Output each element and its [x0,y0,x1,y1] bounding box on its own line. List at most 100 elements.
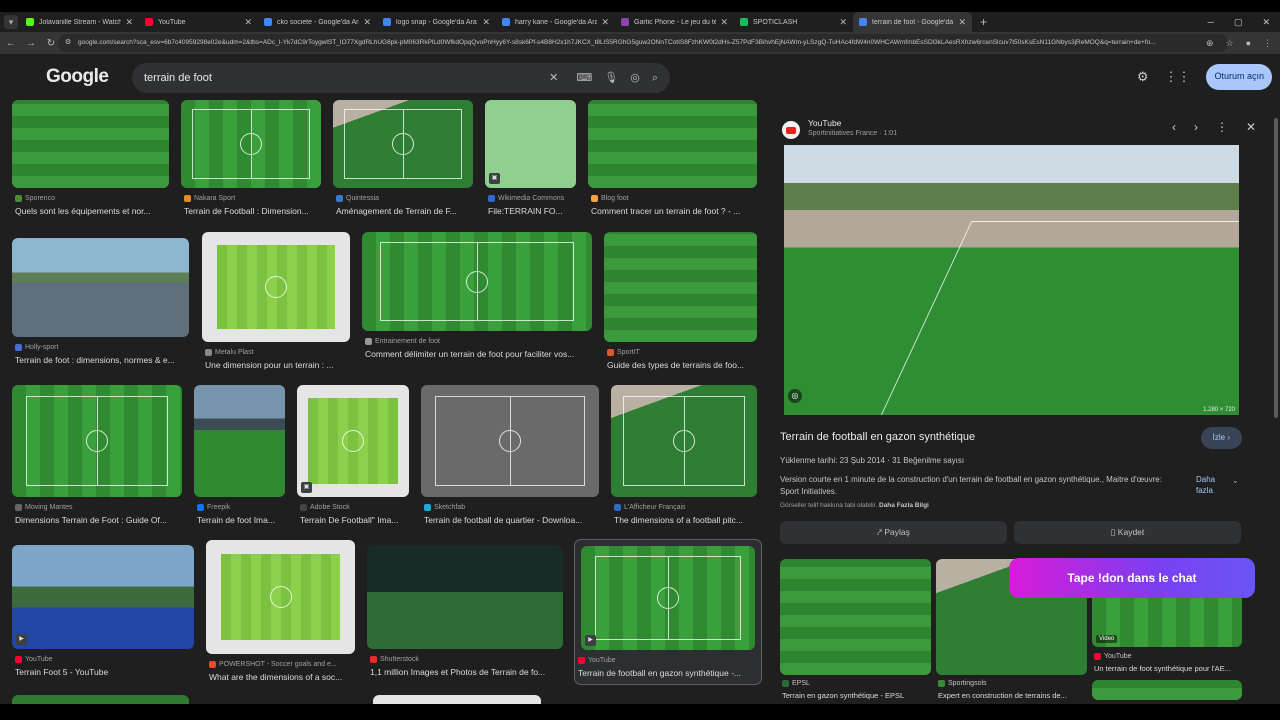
tab[interactable]: logo snap - Google'da Ara ✕ [377,12,496,32]
google-logo[interactable]: Google [46,66,109,88]
search-box[interactable]: terrain de foot ✕ ⌨ 🎙 ◎ ⌕ [132,63,670,93]
close-tab-icon[interactable]: ✕ [601,17,609,28]
related-source[interactable]: YouTube [1094,653,1132,660]
result-thumbnail[interactable]: ▣ [485,100,576,188]
close-tab-icon[interactable]: ✕ [125,17,133,28]
result-title[interactable]: Terrain de football en gazon synthétique… [578,668,760,678]
result-source[interactable]: POWERSHOT - Soccer goals and e... [209,661,337,668]
search-icon[interactable]: ⌕ [652,63,658,93]
image-result[interactable]: L'Afficheur Français The dimensions of a … [611,385,757,531]
result-source[interactable]: YouTube [578,657,616,664]
clear-icon[interactable]: ✕ [549,63,558,93]
close-tab-icon[interactable]: ✕ [720,17,728,28]
result-source[interactable]: Sporenco [15,195,55,202]
image-result[interactable]: ▶ YouTube Terrain de football en gazon syn… [574,539,762,685]
site-info-icon[interactable]: ⚙ [65,34,71,52]
result-thumbnail[interactable] [604,232,757,342]
result-thumbnail[interactable] [611,385,757,497]
result-thumbnail[interactable] [421,385,599,497]
result-source[interactable]: Wikimedia Commons [488,195,564,202]
result-title[interactable]: 1,1 million Images et Photos de Terrain … [370,667,562,677]
result-title[interactable]: Comment délimiter un terrain de foot pou… [365,349,591,359]
result-thumbnail[interactable] [333,100,473,188]
image-result[interactable]: Holly-sport Terrain de foot : dimensions,… [12,238,189,371]
image-result[interactable]: POWERSHOT - Soccer goals and e... What ar… [206,540,355,688]
image-result[interactable]: Nakara Sport Terrain de Football : Dimens… [181,100,321,222]
close-tab-icon[interactable]: ✕ [958,17,966,28]
image-result[interactable]: SportIT Guide des types de terrains de fo… [604,232,757,376]
image-result[interactable]: ▣ Wikimedia Commons File:TERRAIN FO... [485,100,576,222]
preview-title[interactable]: Terrain de football en gazon synthétique [780,431,975,443]
image-result[interactable]: ▶ YouTube Terrain Foot 5 - YouTube [12,545,194,683]
related-image-partial[interactable] [1092,680,1242,700]
result-source[interactable]: Entrainement de foot [365,338,440,345]
apps-grid-icon[interactable]: ⋮⋮ [1164,69,1190,85]
result-title[interactable]: Terrain de foot Ima... [197,515,284,525]
result-thumbnail[interactable]: ▶ [12,545,194,649]
close-tab-icon[interactable]: ✕ [244,17,252,28]
keyboard-icon[interactable]: ⌨ [576,63,592,93]
image-result[interactable]: Quintessia Aménagement de Terrain de F... [333,100,473,222]
close-tab-icon[interactable]: ✕ [363,17,371,28]
result-thumbnail[interactable]: ▣ [297,385,409,497]
result-title[interactable]: Terrain De Football" Ima... [300,515,408,525]
result-thumbnail[interactable] [362,232,592,331]
tab[interactable]: SPOTICLASH ✕ [734,12,853,32]
result-source[interactable]: Freepik [197,504,230,511]
image-result[interactable]: ▣ Adobe Stock Terrain De Football" Ima... [297,385,409,531]
tab-search-button[interactable]: ▾ [4,15,18,29]
new-tab-button[interactable]: + [980,12,987,32]
result-thumbnail[interactable]: ▶ [581,546,755,650]
bookmark-star-icon[interactable]: ☆ [1225,32,1233,54]
result-thumbnail[interactable] [12,385,182,497]
image-result[interactable]: Blog foot Comment tracer un terrain de fo… [588,100,757,222]
tab-active[interactable]: terrain de foot - Google'da Ara ✕ [853,12,972,32]
related-source[interactable]: Sportingsols [938,680,987,687]
image-result[interactable]: Sporenco Quels sont les équipements et no… [12,100,169,222]
result-title[interactable]: Dimensions Terrain de Foot : Guide Of... [15,515,181,525]
result-title[interactable]: What are the dimensions of a soc... [209,672,354,682]
sign-in-button[interactable]: Oturum açın [1206,64,1272,90]
microphone-icon[interactable]: 🎙 [604,63,618,93]
tab[interactable]: Jolavanille Stream - Watch Live✕ [20,12,139,32]
result-source[interactable]: Nakara Sport [184,195,235,202]
image-result[interactable]: Moving Mantes Dimensions Terrain de Foot … [12,385,182,531]
result-source[interactable]: Quintessia [336,195,379,202]
related-title[interactable]: Terrain en gazon synthétique - EPSL [782,691,931,700]
close-window-icon[interactable]: ✕ [1262,12,1270,32]
related-image[interactable] [780,559,931,675]
more-link[interactable]: Daha fazla [1196,474,1226,496]
more-options-icon[interactable]: ⋮ [1216,120,1228,134]
address-bar[interactable]: ⚙ google.com/search?sca_esv=6b7c40959298e… [58,34,1228,52]
result-thumbnail[interactable] [194,385,285,497]
result-thumbnail[interactable] [588,100,757,188]
image-result[interactable]: Metalu Plast Une dimension pour un terrai… [202,232,350,376]
preview-image[interactable]: ◎ 1.280 × 720 [784,145,1239,415]
result-title[interactable]: Terrain de Football : Dimension... [184,206,320,216]
result-source[interactable]: Moving Mantes [15,504,72,511]
image-result[interactable]: Shutterstock 1,1 million Images et Photos… [367,545,563,683]
result-title[interactable]: Terrain Foot 5 - YouTube [15,667,193,677]
maximize-icon[interactable]: ▢ [1234,12,1243,32]
share-button[interactable]: ⤤ Paylaş [780,521,1007,544]
channel-name[interactable]: YouTube [808,118,841,128]
result-source[interactable]: Holly-sport [15,344,58,351]
menu-icon[interactable]: ⋮ [1263,32,1272,54]
result-title[interactable]: Terrain de football de quartier - Downlo… [424,515,598,525]
profile-icon[interactable]: ● [1246,32,1251,54]
result-title[interactable]: File:TERRAIN FO... [488,206,575,216]
result-source[interactable]: Sketchfab [424,504,465,511]
lens-icon[interactable]: ◎ [630,63,640,93]
tab[interactable]: YouTube ✕ [139,12,258,32]
close-tab-icon[interactable]: ✕ [482,17,490,28]
result-source[interactable]: Adobe Stock [300,504,350,511]
result-thumbnail[interactable] [367,545,563,649]
result-thumbnail[interactable] [206,540,355,654]
search-input[interactable]: terrain de foot [144,72,212,84]
result-source[interactable]: L'Afficheur Français [614,504,686,511]
tab[interactable]: cko societe - Google'da Ara ✕ [258,12,377,32]
result-source[interactable]: Blog foot [591,195,629,202]
minimize-icon[interactable]: ─ [1208,12,1214,32]
back-icon[interactable]: ← [2,38,20,49]
close-tab-icon[interactable]: ✕ [839,17,847,28]
